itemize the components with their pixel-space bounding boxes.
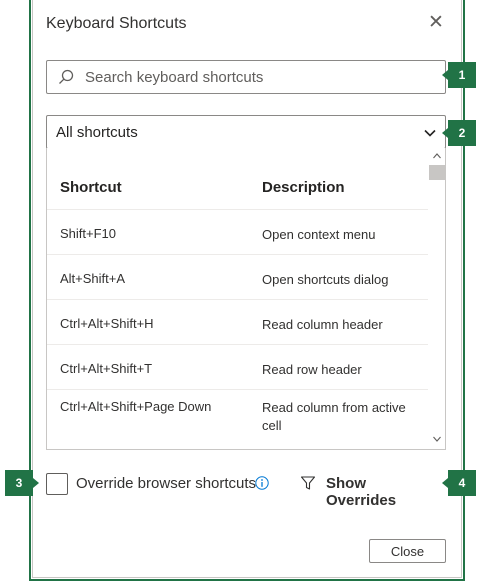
shortcuts-table: Shortcut Description Shift+F10 Open cont… <box>46 148 446 450</box>
search-input[interactable] <box>85 61 435 93</box>
shortcut-cell: Shift+F10 <box>60 226 117 241</box>
search-box[interactable] <box>46 60 446 94</box>
table-row[interactable]: Alt+Shift+A Open shortcuts dialog <box>47 255 429 300</box>
show-overrides-label: Show Overrides <box>326 475 397 509</box>
scrollbar-thumb[interactable] <box>429 165 445 180</box>
shortcut-cell: Ctrl+Alt+Shift+H <box>60 316 154 331</box>
dialog-title: Keyboard Shortcuts <box>46 15 187 32</box>
callout-badge: 2 <box>442 120 476 146</box>
scroll-up-arrow-icon[interactable] <box>432 151 442 161</box>
table-header: Shortcut Description <box>47 165 429 210</box>
callout-badge: 4 <box>442 470 476 496</box>
shortcut-category-select[interactable]: All shortcuts <box>46 115 446 149</box>
filter-icon <box>300 476 316 490</box>
description-cell: Read row header <box>262 362 362 377</box>
shortcut-cell: Ctrl+Alt+Shift+Page Down <box>60 399 212 414</box>
override-browser-shortcuts-label: Override browser shortcuts <box>76 475 257 492</box>
table-row[interactable]: Shift+F10 Open context menu <box>47 210 429 255</box>
close-button[interactable]: Close <box>369 539 446 563</box>
table-row[interactable]: Ctrl+Alt+Shift+Page Down Read column fro… <box>47 390 429 445</box>
override-browser-shortcuts-checkbox[interactable] <box>46 473 68 495</box>
scroll-down-arrow-icon[interactable] <box>432 434 442 444</box>
description-cell: Read column header <box>262 317 383 332</box>
chevron-down-icon <box>424 129 436 137</box>
column-header-description: Description <box>262 179 345 196</box>
shortcut-cell: Alt+Shift+A <box>60 271 126 286</box>
description-cell: Open context menu <box>262 227 376 242</box>
shortcut-cell: Ctrl+Alt+Shift+T <box>60 361 153 376</box>
select-value: All shortcuts <box>56 124 138 141</box>
callout-badge: 1 <box>442 62 476 88</box>
table-row[interactable]: Ctrl+Alt+Shift+H Read column header <box>47 300 429 345</box>
column-header-shortcut: Shortcut <box>60 179 122 196</box>
callout-badge: 3 <box>5 470 39 496</box>
description-cell: Read column from active cell <box>262 400 406 433</box>
table-scrollbar[interactable] <box>428 148 445 449</box>
search-icon <box>59 69 74 84</box>
info-icon[interactable] <box>255 476 269 490</box>
description-cell: Open shortcuts dialog <box>262 272 389 287</box>
close-icon[interactable]: ✕ <box>427 12 445 34</box>
table-row[interactable]: Ctrl+Alt+Shift+T Read row header <box>47 345 429 390</box>
show-overrides-button[interactable]: Show Overrides <box>298 472 438 509</box>
